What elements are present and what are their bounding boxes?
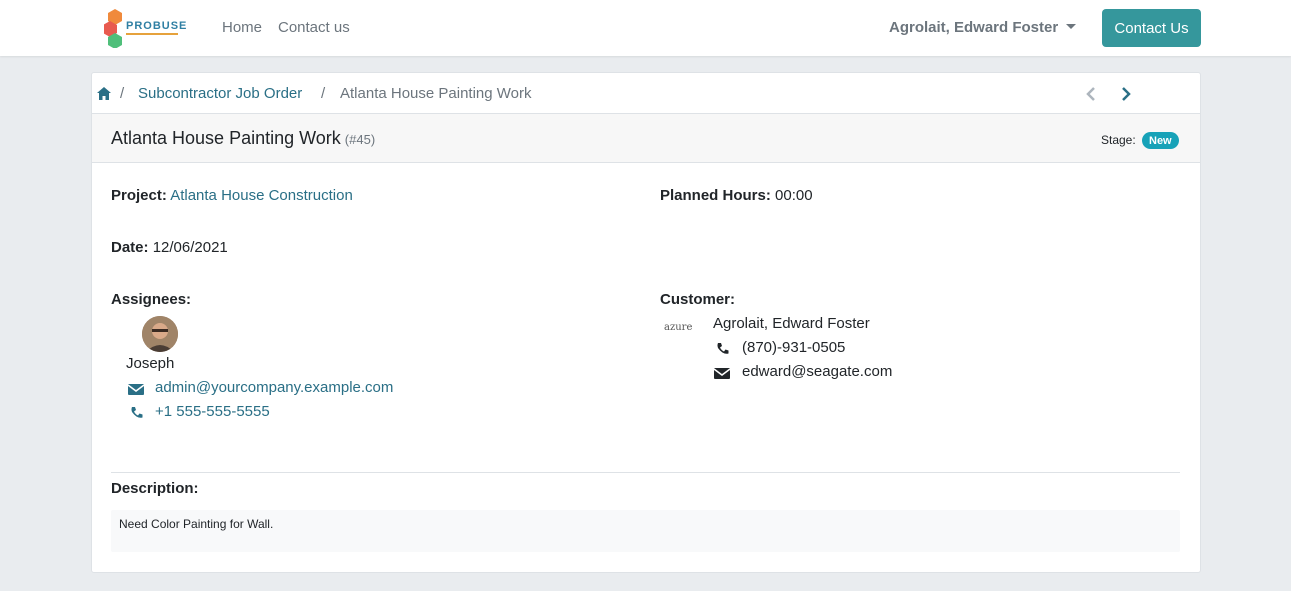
nav-contact-link[interactable]: Contact us	[278, 19, 350, 36]
customer-name: Agrolait, Edward Foster	[713, 315, 870, 332]
chevron-left-icon[interactable]	[1085, 86, 1097, 102]
planned-hours-label: Planned Hours:	[660, 187, 771, 204]
logo-text: PROBUSE	[126, 20, 188, 32]
chevron-right-icon[interactable]	[1120, 86, 1132, 102]
caret-down-icon	[1066, 24, 1077, 29]
phone-icon	[131, 407, 143, 418]
assignees-heading: Assignees:	[111, 291, 191, 308]
date-value: 12/06/2021	[152, 239, 228, 256]
customer-logo: azure	[664, 323, 694, 343]
assignee-avatar-image	[142, 316, 178, 352]
contact-us-button[interactable]: Contact Us	[1102, 9, 1201, 47]
date-field: Date: 12/06/2021	[111, 239, 228, 256]
card-header: Atlanta House Painting Work (#45) Stage: …	[92, 114, 1200, 163]
assignee-name: Joseph	[126, 355, 175, 372]
customer-heading: Customer:	[660, 291, 735, 308]
project-link[interactable]: Atlanta House Construction	[170, 187, 353, 204]
stage-label: Stage:	[1101, 133, 1136, 147]
section-divider	[111, 472, 1180, 473]
assignees-label: Assignees:	[111, 291, 192, 308]
customer-email: edward@seagate.com	[742, 363, 893, 380]
breadcrumb-current: Atlanta House Painting Work	[340, 85, 532, 102]
top-navbar: PROBUSE Home Contact us Agrolait, Edward…	[0, 0, 1291, 56]
page-title: Atlanta House Painting Work (#45)	[111, 128, 375, 149]
breadcrumb-parent-link[interactable]: Subcontractor Job Order	[138, 85, 302, 102]
customer-phone: (870)-931-0505	[742, 339, 846, 356]
customer-label: Customer:	[660, 291, 736, 308]
planned-hours-value: 00:00	[775, 187, 813, 204]
page-title-text: Atlanta House Painting Work	[111, 128, 341, 148]
description-text: Need Color Painting for Wall.	[119, 517, 274, 531]
breadcrumb: / Subcontractor Job Order / Atlanta Hous…	[92, 73, 1200, 114]
assignee-phone-link[interactable]: +1 555-555-5555	[155, 403, 270, 420]
job-order-card: / Subcontractor Job Order / Atlanta Hous…	[91, 72, 1201, 573]
breadcrumb-separator: /	[120, 85, 125, 102]
customer-logo-text: azure	[664, 322, 693, 333]
logo-hexagons-icon	[103, 9, 122, 49]
status-badge: New	[1142, 132, 1179, 149]
assignee-email-link[interactable]: admin@yourcompany.example.com	[155, 379, 393, 396]
description-heading: Description:	[111, 480, 199, 497]
user-menu-dropdown[interactable]: Agrolait, Edward Foster	[889, 19, 1077, 36]
nav-home-link[interactable]: Home	[222, 19, 262, 36]
record-reference: (#45)	[344, 132, 376, 147]
envelope-icon	[714, 368, 730, 379]
date-label: Date:	[111, 239, 149, 256]
breadcrumb-separator: /	[321, 85, 326, 102]
user-name: Agrolait, Edward Foster	[889, 19, 1059, 36]
project-label: Project:	[111, 187, 167, 204]
description-label: Description:	[111, 480, 199, 497]
phone-icon	[717, 343, 729, 354]
avatar	[142, 316, 178, 352]
company-logo[interactable]: PROBUSE	[103, 8, 186, 49]
logo-underline	[126, 33, 178, 35]
planned-hours-field: Planned Hours: 00:00	[660, 187, 813, 204]
envelope-icon	[128, 384, 144, 395]
project-field: Project: Atlanta House Construction	[111, 187, 353, 204]
home-icon[interactable]	[97, 87, 111, 100]
description-box: Need Color Painting for Wall.	[111, 510, 1180, 552]
